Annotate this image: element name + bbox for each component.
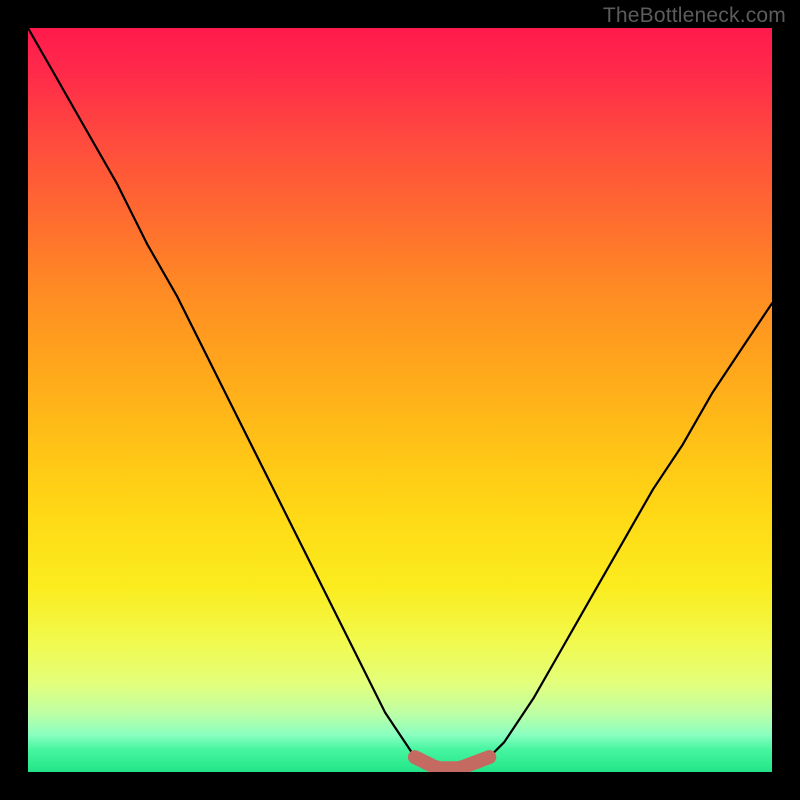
- plot-area: [28, 28, 772, 772]
- valley-highlight: [415, 757, 489, 768]
- bottleneck-curve: [28, 28, 772, 772]
- chart-frame: TheBottleneck.com: [0, 0, 800, 800]
- curve-line: [28, 28, 772, 768]
- watermark-text: TheBottleneck.com: [603, 4, 786, 28]
